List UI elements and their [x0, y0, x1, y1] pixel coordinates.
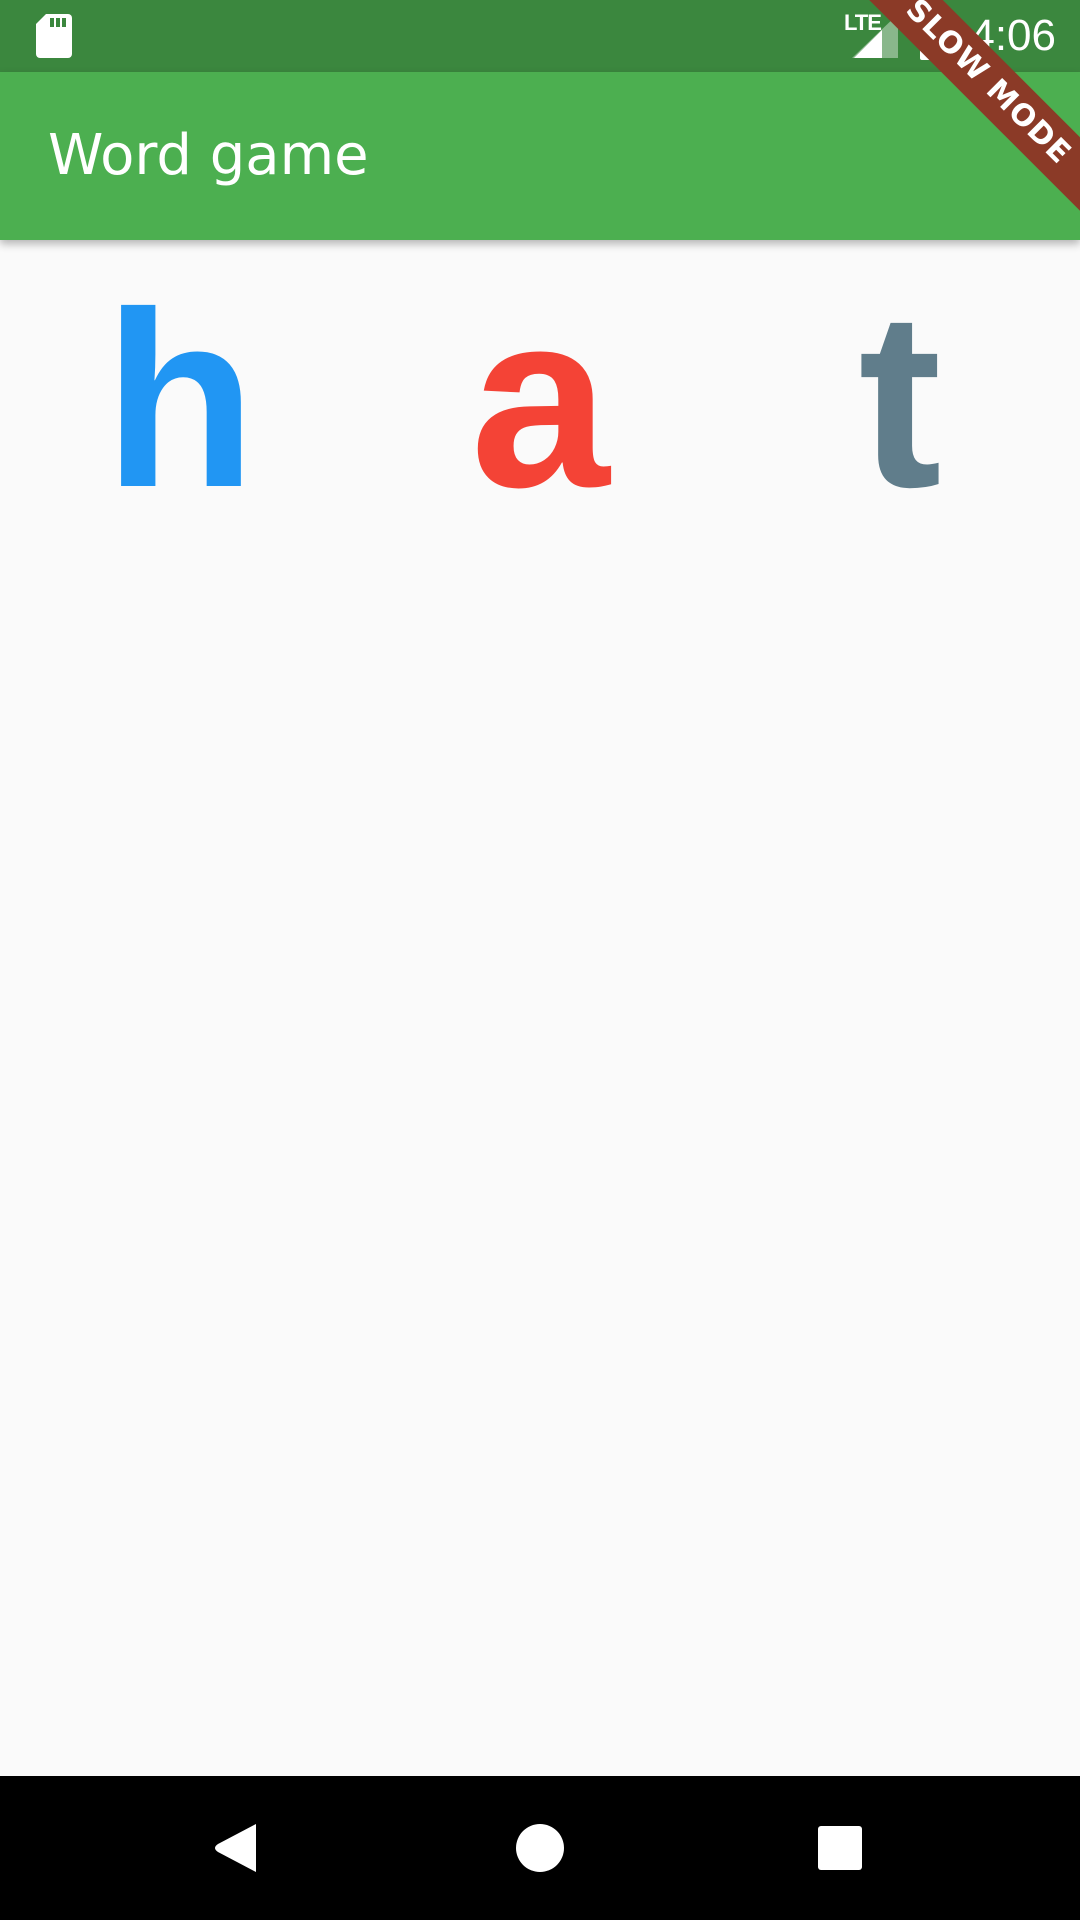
- status-time: 4:06: [970, 11, 1056, 60]
- word-letters: h a t: [0, 275, 1080, 525]
- app-title: Word game: [48, 123, 369, 188]
- letter-tile[interactable]: h: [80, 275, 280, 525]
- home-icon[interactable]: [504, 1812, 576, 1884]
- recents-icon[interactable]: [804, 1812, 876, 1884]
- sd-card-icon: [36, 14, 72, 58]
- signal-icon: [852, 14, 898, 58]
- status-bar: LTE 4:06: [0, 0, 1080, 72]
- letter-tile[interactable]: t: [800, 275, 1000, 525]
- navigation-bar: [0, 1776, 1080, 1920]
- screen: LTE 4:06 Word game SLOW MODE h a t: [0, 0, 1080, 1920]
- letter-tile[interactable]: a: [440, 275, 640, 525]
- app-bar: Word game: [0, 72, 1080, 240]
- content-area: h a t: [0, 240, 1080, 1776]
- back-icon[interactable]: [204, 1812, 276, 1884]
- battery-charging-icon: [920, 12, 950, 60]
